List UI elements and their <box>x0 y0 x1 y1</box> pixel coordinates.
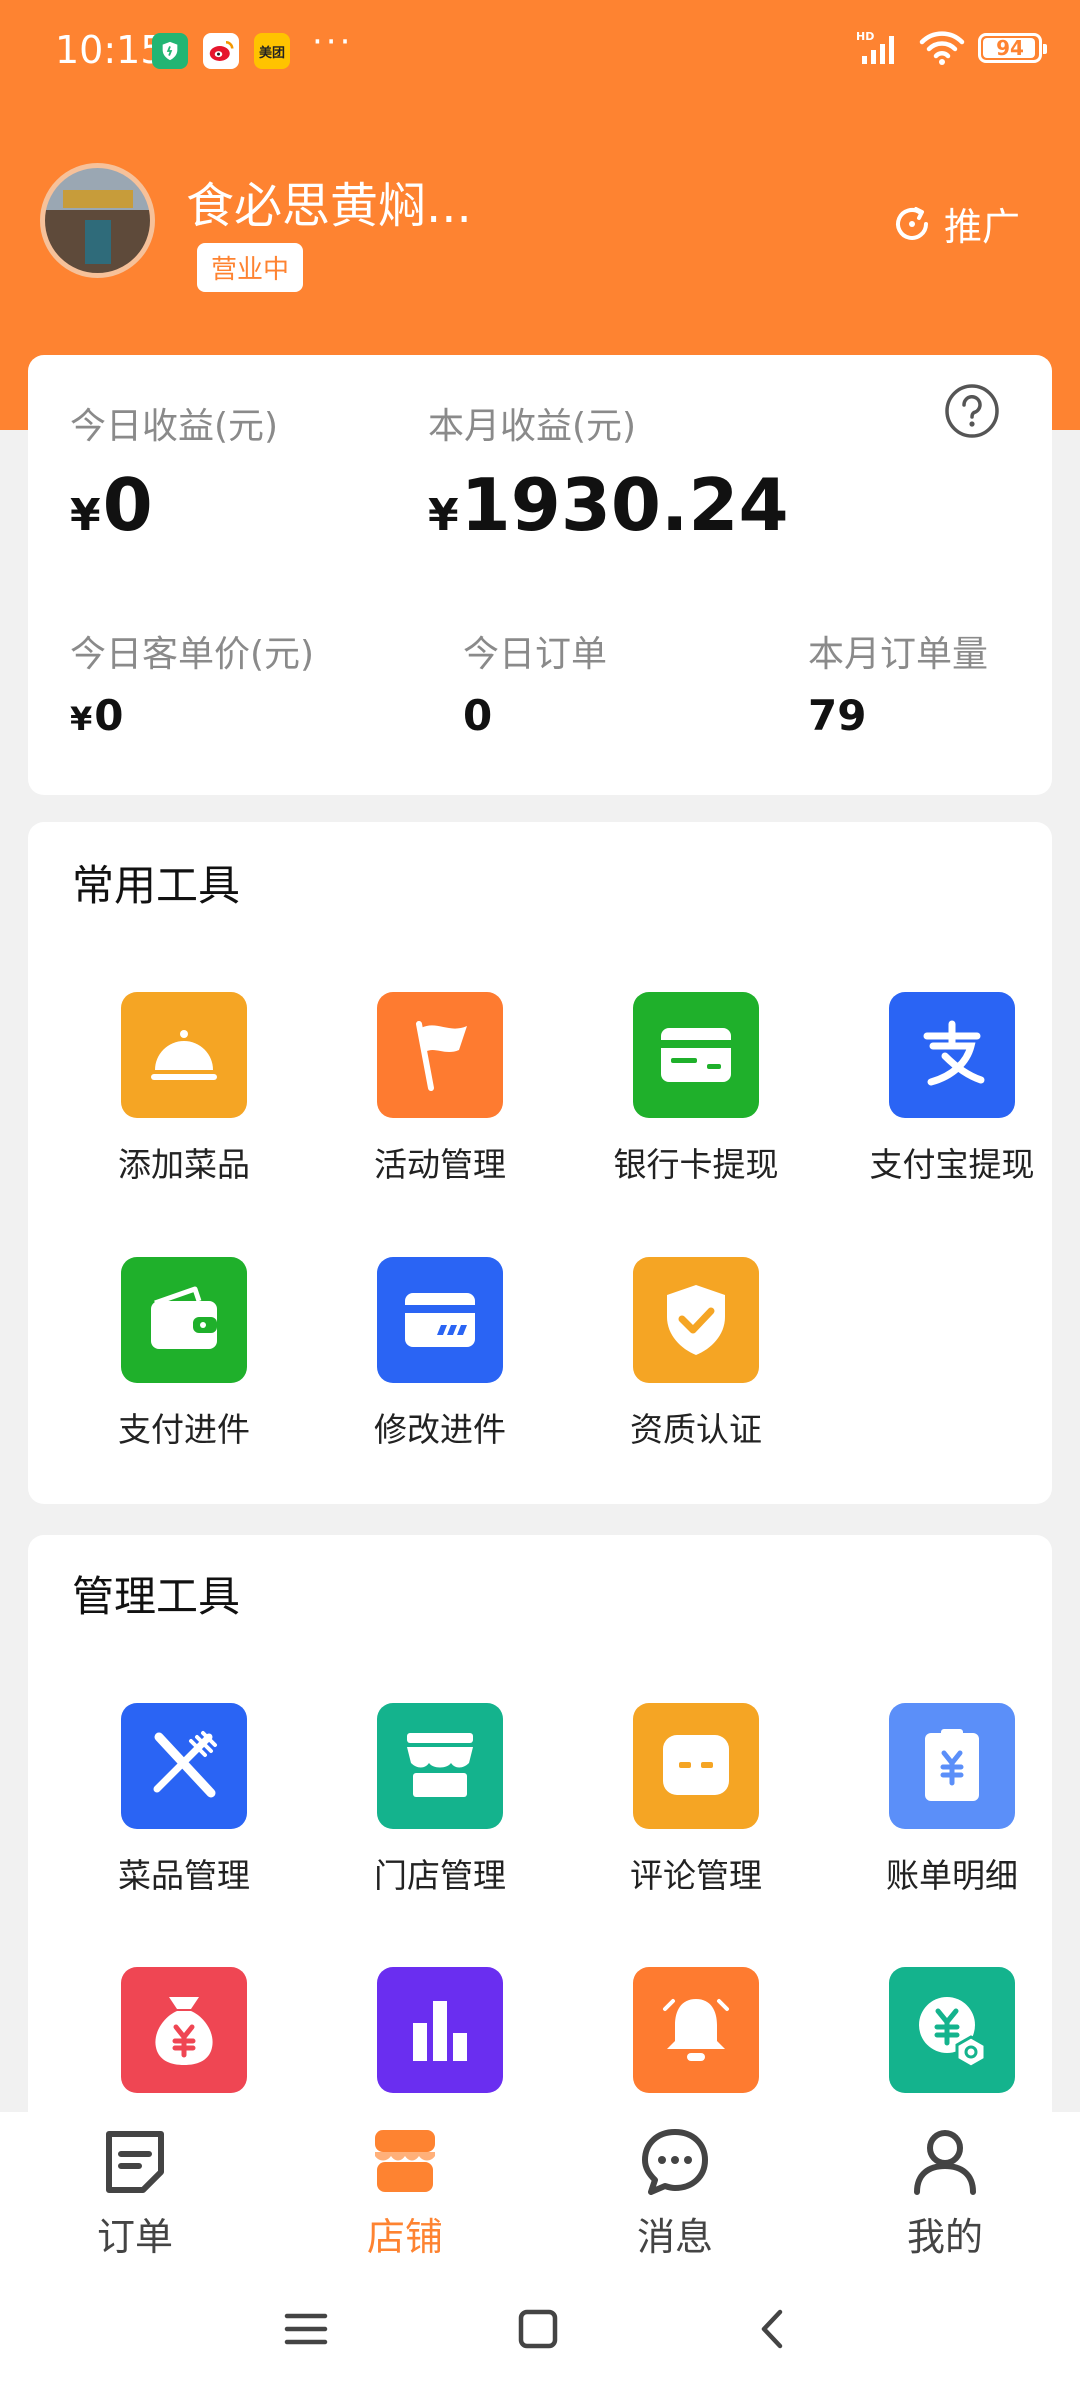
message-icon <box>642 2129 708 2195</box>
svg-text:HD: HD <box>856 30 874 43</box>
orders-today-label: 今日订单 <box>463 634 608 675</box>
tool-label: 菜品管理 <box>118 1856 250 1895</box>
meituan-app-icon: 美团 <box>254 33 290 69</box>
tool-edit-onboard[interactable]: 修改进件 <box>330 1257 550 1451</box>
tool-dish-management[interactable]: 菜品管理 <box>74 1703 294 1897</box>
money-bag-icon <box>121 1967 247 2093</box>
status-bar: 10:15 美团 ··· HD 94 <box>0 0 1080 104</box>
avg-order-label: 今日客单价(元) <box>70 634 315 675</box>
refresh-icon <box>895 206 928 240</box>
wifi-icon <box>919 31 965 65</box>
status-badge: 营业中 <box>197 243 304 292</box>
nav-label: 店铺 <box>366 2215 443 2259</box>
nav-label: 我的 <box>906 2215 983 2259</box>
alipay-icon <box>889 992 1015 1118</box>
bill-icon <box>889 1703 1015 1829</box>
tool-label: 支付进件 <box>118 1410 250 1449</box>
tool-notifications[interactable] <box>586 1967 806 2093</box>
nav-label: 订单 <box>96 2215 173 2259</box>
tool-label: 修改进件 <box>374 1410 506 1449</box>
profile-icon <box>914 2130 976 2195</box>
month-earnings-label: 本月收益(元) <box>428 406 637 447</box>
tool-label: 添加菜品 <box>118 1145 250 1184</box>
tool-statistics[interactable] <box>330 1967 550 2093</box>
card-edit-icon <box>377 1257 503 1383</box>
bank-card-icon <box>633 992 759 1118</box>
tool-store-management[interactable]: 门店管理 <box>330 1703 550 1897</box>
wallet-icon <box>121 1257 247 1383</box>
nav-orders[interactable]: 订单 <box>35 2122 235 2261</box>
tool-add-dish[interactable]: 添加菜品 <box>74 992 294 1186</box>
bar-chart-icon <box>377 1967 503 2093</box>
order-icon <box>106 2131 164 2193</box>
battery-icon: 94 <box>978 33 1047 63</box>
more-dots: ··· <box>312 22 354 62</box>
month-earnings-value: ¥1930.24 <box>428 463 789 547</box>
avg-order-value: ¥0 <box>70 691 124 740</box>
tool-label: 支付宝提现 <box>869 1145 1035 1184</box>
tool-label: 门店管理 <box>374 1856 506 1895</box>
fork-knife-icon <box>121 1703 247 1829</box>
comment-icon <box>633 1703 759 1829</box>
nav-shop[interactable]: 店铺 <box>305 2122 505 2261</box>
promo-label: 推广 <box>943 205 1020 249</box>
orders-month-value: 79 <box>808 691 867 740</box>
shop-name: 食必思黄焖... <box>186 178 472 234</box>
nav-messages[interactable]: 消息 <box>575 2122 775 2261</box>
weibo-app-icon <box>203 33 239 69</box>
system-nav-bar <box>0 2262 1080 2400</box>
shop-icon <box>375 2130 435 2192</box>
back-icon[interactable] <box>750 2306 796 2352</box>
shop-avatar[interactable] <box>40 163 155 278</box>
storefront-icon <box>377 1703 503 1829</box>
signal-icon: HD <box>856 30 894 64</box>
tool-label: 银行卡提现 <box>613 1145 779 1184</box>
tool-review-management[interactable]: 评论管理 <box>586 1703 806 1897</box>
tool-payment-onboard[interactable]: 支付进件 <box>74 1257 294 1451</box>
tool-qualification[interactable]: 资质认证 <box>586 1257 806 1451</box>
tool-bank-withdraw[interactable]: 银行卡提现 <box>586 992 806 1186</box>
management-tools-card: 管理工具 菜品管理 门店管理 评论管理 账单明细 <box>28 1535 1052 2155</box>
tool-label: 资质认证 <box>630 1410 762 1449</box>
tool-label: 活动管理 <box>374 1145 506 1184</box>
yen-badge-icon <box>889 1967 1015 2093</box>
flag-icon <box>377 992 503 1118</box>
today-earnings-value: ¥0 <box>70 463 153 547</box>
nav-profile[interactable]: 我的 <box>845 2122 1045 2261</box>
tool-bill-details[interactable]: 账单明细 <box>842 1703 1062 1897</box>
tool-label: 账单明细 <box>886 1856 1018 1895</box>
status-time: 10:15 <box>55 28 165 72</box>
tool-money-bag[interactable] <box>74 1967 294 2093</box>
bottom-nav: 订单 店铺 消息 我的 <box>0 2112 1080 2262</box>
section-title: 管理工具 <box>72 1572 241 1621</box>
orders-month-label: 本月订单量 <box>808 634 989 675</box>
home-icon[interactable] <box>515 2306 561 2352</box>
dish-cover-icon <box>121 992 247 1118</box>
promo-button[interactable]: 推广 <box>890 196 1020 251</box>
tool-label: 评论管理 <box>630 1856 762 1895</box>
section-title: 常用工具 <box>72 861 241 910</box>
bell-icon <box>633 1967 759 2093</box>
nav-label: 消息 <box>636 2215 713 2259</box>
tool-yen-settlement[interactable] <box>842 1967 1062 2093</box>
tool-activity[interactable]: 活动管理 <box>330 992 550 1186</box>
help-icon[interactable] <box>944 383 1000 439</box>
common-tools-card: 常用工具 添加菜品 活动管理 银行卡提现 支付宝提现 支付进件 修改进件 资质认… <box>28 822 1052 1504</box>
orders-today-value: 0 <box>463 691 493 740</box>
tool-alipay-withdraw[interactable]: 支付宝提现 <box>842 992 1062 1186</box>
shield-app-icon <box>152 33 188 69</box>
earnings-card: 今日收益(元) ¥0 本月收益(元) ¥1930.24 今日客单价(元) ¥0 … <box>28 355 1052 795</box>
today-earnings-label: 今日收益(元) <box>70 406 279 447</box>
shield-check-icon <box>633 1257 759 1383</box>
menu-icon[interactable] <box>283 2306 329 2352</box>
